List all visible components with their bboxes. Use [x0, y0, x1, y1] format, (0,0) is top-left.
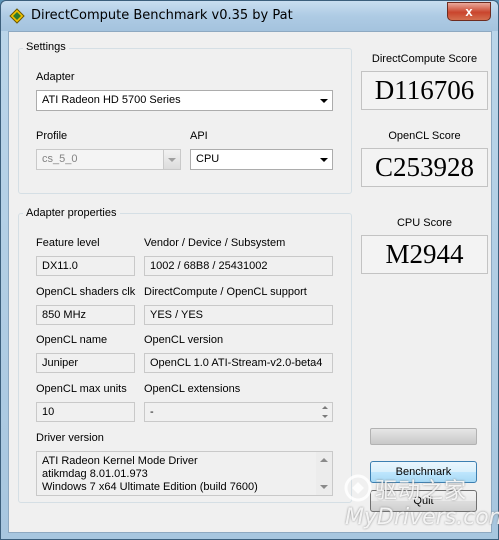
profile-select[interactable]: cs_5_0 — [36, 149, 181, 170]
opencl-name-field[interactable]: Juniper — [36, 353, 135, 373]
vendor-field[interactable]: 1002 / 68B8 / 25431002 — [144, 256, 333, 276]
vendor-label: Vendor / Device / Subsystem — [144, 237, 286, 249]
close-icon: x — [465, 4, 473, 19]
shaders-clk-label: OpenCL shaders clk — [36, 286, 136, 298]
feature-level-label: Feature level — [36, 237, 100, 249]
opencl-version-field[interactable]: OpenCL 1.0 ATI-Stream-v2.0-beta4 — [144, 353, 333, 373]
adapter-select-value: ATI Radeon HD 5700 Series — [42, 94, 181, 106]
scroll-up-icon[interactable] — [319, 404, 331, 412]
app-window: DirectCompute Benchmark v0.35 by Pat x S… — [0, 0, 499, 540]
support-label: DirectCompute / OpenCL support — [144, 286, 307, 298]
opencl-score-value: C253928 — [361, 148, 488, 187]
cpu-score-label: CPU Score — [396, 217, 453, 229]
api-select-value: CPU — [196, 153, 220, 165]
feature-level-field[interactable]: DX11.0 — [36, 256, 135, 276]
profile-label: Profile — [36, 130, 68, 142]
api-label: API — [190, 130, 208, 142]
driver-version-textarea[interactable]: ATI Radeon Kernel Mode Driver atikmdag 8… — [36, 451, 333, 496]
opencl-score-label: OpenCL Score — [388, 130, 461, 142]
watermark-logo-icon — [344, 474, 372, 502]
watermark-cn-text: 驱动之家 — [375, 479, 468, 504]
driver-line: atikmdag 8.01.01.973 — [42, 468, 148, 480]
max-units-label: OpenCL max units — [36, 383, 127, 395]
client-area: Settings Adapter ATI Radeon HD 5700 Seri… — [8, 31, 492, 533]
shaders-clk-field[interactable]: 850 MHz — [36, 305, 135, 325]
close-button[interactable]: x — [447, 2, 491, 21]
chevron-down-icon — [320, 99, 328, 103]
extensions-label: OpenCL extensions — [144, 383, 241, 395]
driver-version-label: Driver version — [36, 432, 104, 444]
cpu-score-value: M2944 — [361, 235, 488, 274]
scroll-down-icon[interactable] — [320, 485, 328, 489]
chevron-down-icon — [320, 158, 328, 162]
extensions-value: - — [150, 406, 154, 418]
chevron-down-icon — [168, 158, 176, 162]
adapter-select[interactable]: ATI Radeon HD 5700 Series — [36, 90, 333, 111]
directcompute-score-value: D116706 — [361, 71, 488, 110]
support-field[interactable]: YES / YES — [144, 305, 333, 325]
adapter-label: Adapter — [36, 71, 75, 83]
window-title: DirectCompute Benchmark v0.35 by Pat — [31, 8, 293, 23]
adapter-properties-group-label: Adapter properties — [23, 207, 120, 219]
vertical-scrollbar[interactable] — [316, 452, 332, 495]
driver-line: Windows 7 x64 Ultimate Edition (build 76… — [42, 481, 258, 493]
watermark: 驱动之家 MyDrivers.com — [341, 471, 499, 539]
opencl-name-label: OpenCL name — [36, 334, 108, 346]
scroll-up-icon[interactable] — [320, 458, 328, 462]
settings-group — [18, 48, 352, 194]
watermark-en-text: MyDrivers.com — [345, 505, 499, 530]
opencl-version-label: OpenCL version — [144, 334, 224, 346]
max-units-field[interactable]: 10 — [36, 402, 135, 422]
extensions-field[interactable]: - — [144, 402, 333, 422]
title-bar[interactable]: DirectCompute Benchmark v0.35 by Pat x — [1, 1, 498, 31]
settings-group-label: Settings — [23, 41, 69, 53]
directcompute-score-label: DirectCompute Score — [371, 53, 478, 65]
app-icon — [9, 8, 25, 24]
driver-line: ATI Radeon Kernel Mode Driver — [42, 455, 198, 467]
scroll-down-icon[interactable] — [319, 412, 331, 420]
benchmark-progress-bar — [370, 428, 477, 445]
profile-select-value: cs_5_0 — [42, 153, 78, 165]
api-select[interactable]: CPU — [190, 149, 333, 170]
